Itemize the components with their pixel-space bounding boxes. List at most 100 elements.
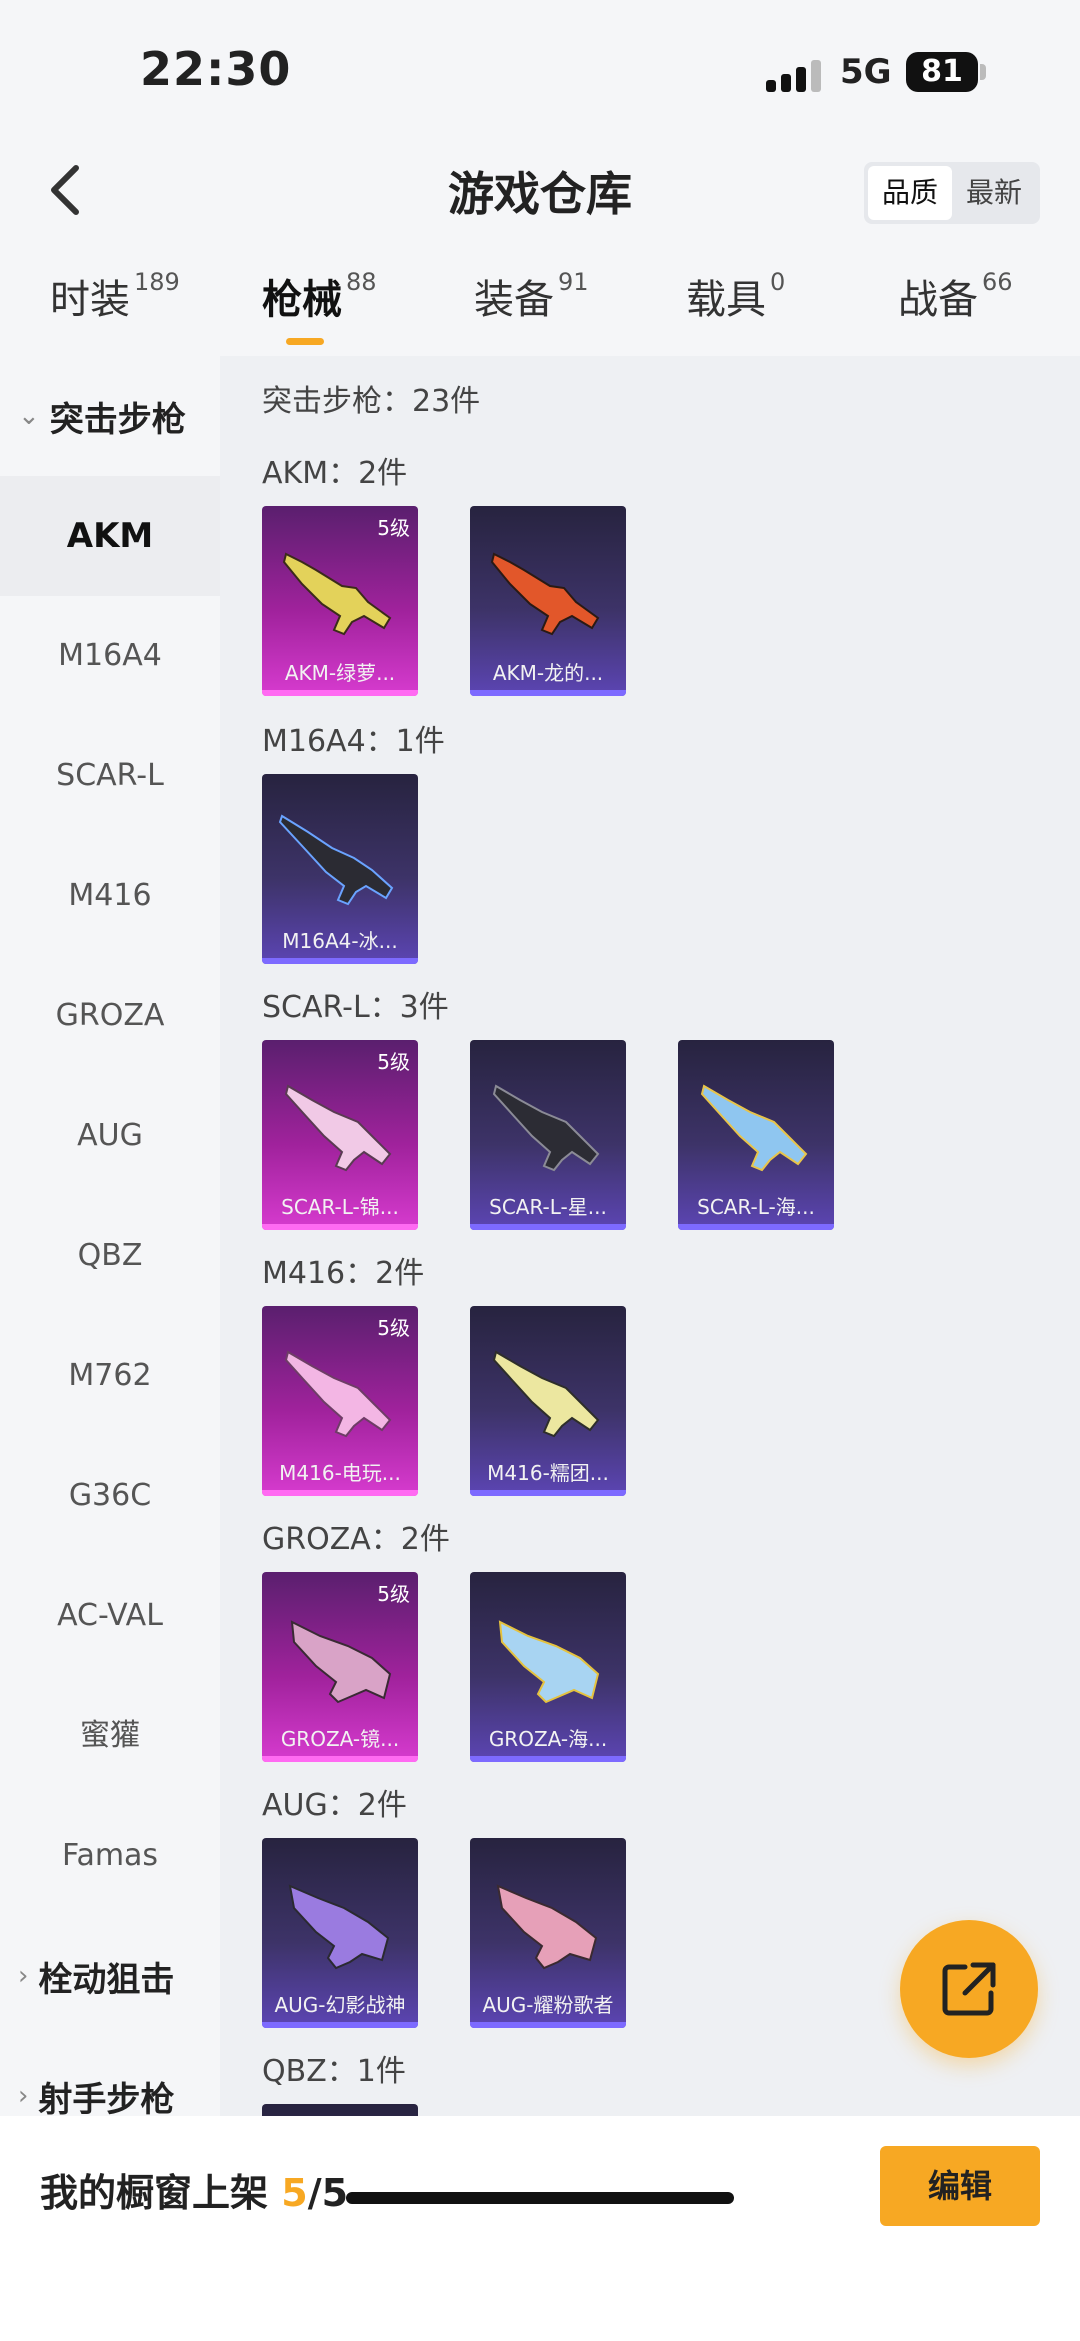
- sidebar-group-label: 射手步枪: [38, 2079, 175, 2117]
- weapon-name: SCAR-L-海...: [697, 1195, 815, 1219]
- weapon-card[interactable]: M16A4-冰...: [262, 774, 418, 964]
- weapon-card[interactable]: GROZA-海...: [470, 1572, 626, 1762]
- sidebar-item-ac-val[interactable]: AC-VAL: [0, 1556, 220, 1676]
- sort-toggle[interactable]: 品质 最新: [864, 162, 1040, 224]
- tab-count: 0: [770, 268, 786, 296]
- header: 游戏仓库 品质 最新: [0, 140, 1080, 240]
- sidebar-group-assault-rifles[interactable]: ⌄ 突击步枪: [0, 356, 220, 476]
- chevron-right-icon: ›: [18, 1961, 29, 1991]
- sidebar-group-label: 栓动狙击: [38, 1959, 175, 2000]
- network-type: 5G: [840, 52, 892, 92]
- rifle-icon: [496, 1884, 598, 1970]
- tab-count: 189: [134, 268, 180, 296]
- sidebar-group-marksman[interactable]: › 射手步枪: [0, 2036, 220, 2117]
- category-summary: 突击步枪：23件: [262, 384, 481, 419]
- weapon-card[interactable]: 5级 M416-电玩...: [262, 1306, 418, 1496]
- weapon-card[interactable]: SCAR-L-星...: [470, 1040, 626, 1230]
- sidebar-item-famas[interactable]: Famas: [0, 1796, 220, 1916]
- weapon-name: M16A4-冰...: [282, 929, 398, 953]
- sidebar-group-label: 突击步枪: [49, 399, 186, 440]
- edit-button[interactable]: 编辑: [880, 2146, 1040, 2226]
- status-bar: 22:30 5G 81: [0, 0, 1080, 140]
- showcase-status: 我的橱窗上架 5/5: [40, 2162, 348, 2217]
- showcase-bar: 我的橱窗上架 5/5 编辑: [0, 2116, 1080, 2341]
- sidebar-item-m16a4[interactable]: M16A4: [0, 596, 220, 716]
- home-indicator: [346, 2192, 734, 2204]
- section-title-m16a4: M16A4：1件: [262, 724, 445, 759]
- tab-label: 枪械: [262, 277, 342, 323]
- sidebar-item-aug[interactable]: AUG: [0, 1076, 220, 1196]
- sort-option-newest[interactable]: 最新: [952, 166, 1036, 220]
- weapon-name: AKM-绿萝...: [284, 661, 396, 685]
- chevron-right-icon: ›: [18, 2081, 29, 2111]
- tab-equipment[interactable]: 装备 91: [474, 260, 589, 356]
- sidebar-item-m762[interactable]: M762: [0, 1316, 220, 1436]
- rifle-icon: [288, 1884, 390, 1970]
- section-title-akm: AKM：2件: [262, 456, 408, 491]
- tab-label: 时装: [50, 277, 130, 323]
- rifle-icon: [284, 1350, 392, 1438]
- rifle-icon: [498, 1620, 600, 1704]
- sidebar-item-g36c[interactable]: G36C: [0, 1436, 220, 1556]
- section-title-groza: GROZA：2件: [262, 1522, 450, 1557]
- sidebar-group-bolt-action[interactable]: › 栓动狙击: [0, 1916, 220, 2036]
- tab-count: 88: [346, 268, 377, 296]
- sidebar-item-honey-badger[interactable]: 蜜獾: [0, 1676, 220, 1796]
- weapon-name: SCAR-L-锦...: [281, 1195, 399, 1219]
- section-title-qbz: QBZ：1件: [262, 2054, 406, 2089]
- rifle-icon: [490, 552, 600, 636]
- weapon-card[interactable]: AUG-幻影战神: [262, 1838, 418, 2028]
- tab-label: 载具: [686, 277, 766, 323]
- showcase-total: /5: [307, 2171, 349, 2215]
- sidebar-item-scar-l[interactable]: SCAR-L: [0, 716, 220, 836]
- showcase-label: 我的橱窗上架: [40, 2171, 269, 2215]
- active-tab-indicator: [286, 338, 324, 345]
- share-button[interactable]: [900, 1920, 1038, 2058]
- sidebar-item-akm[interactable]: AKM: [0, 476, 220, 596]
- weapon-card-partial[interactable]: [262, 2104, 418, 2116]
- weapon-name: AUG-幻影战神: [274, 1993, 406, 2017]
- category-tabs: 时装 189 枪械 88 装备 91 载具 0 战备 66: [0, 260, 1080, 356]
- rifle-icon: [278, 814, 394, 906]
- battery-icon: 81: [906, 52, 978, 92]
- tab-vehicles[interactable]: 载具 0: [686, 260, 785, 356]
- rifle-icon: [284, 1084, 392, 1172]
- weapon-name: AUG-耀粉歌者: [482, 1993, 614, 2017]
- tab-count: 66: [982, 268, 1013, 296]
- weapon-name: SCAR-L-星...: [489, 1195, 607, 1219]
- weapon-card[interactable]: AKM-龙的...: [470, 506, 626, 696]
- tab-fashion[interactable]: 时装 189: [50, 260, 180, 356]
- tab-supplies[interactable]: 战备 66: [898, 260, 1013, 356]
- rifle-icon: [492, 1350, 600, 1438]
- battery-tip: [980, 64, 986, 80]
- sidebar-item-qbz[interactable]: QBZ: [0, 1196, 220, 1316]
- section-title-scar-l: SCAR-L：3件: [262, 990, 449, 1025]
- weapon-card[interactable]: 5级 GROZA-镜...: [262, 1572, 418, 1762]
- weapon-card[interactable]: M416-糯团...: [470, 1306, 626, 1496]
- weapon-card[interactable]: 5级 SCAR-L-锦...: [262, 1040, 418, 1230]
- showcase-current: 5: [281, 2171, 308, 2215]
- weapon-name: GROZA-海...: [488, 1727, 608, 1751]
- sidebar-item-m416[interactable]: M416: [0, 836, 220, 956]
- sidebar-item-groza[interactable]: GROZA: [0, 956, 220, 1076]
- rifle-icon: [282, 552, 392, 636]
- sort-option-quality[interactable]: 品质: [868, 166, 952, 220]
- section-title-m416: M416：2件: [262, 1256, 425, 1291]
- section-title-aug: AUG：2件: [262, 1788, 407, 1823]
- chevron-down-icon: ⌄: [18, 401, 40, 431]
- share-external-icon: [942, 1962, 996, 2016]
- weapon-name: GROZA-镜...: [280, 1727, 400, 1751]
- weapon-card[interactable]: AUG-耀粉歌者: [470, 1838, 626, 2028]
- rifle-icon: [700, 1084, 808, 1172]
- rifle-icon: [492, 1084, 600, 1172]
- weapon-category-sidebar: ⌄ 突击步枪 AKM M16A4 SCAR-L M416 GROZA AUG Q…: [0, 356, 220, 2116]
- status-time: 22:30: [140, 42, 292, 96]
- weapon-list: 突击步枪：23件 AKM：2件 5级 AKM-绿萝... AKM-龙的... M…: [220, 356, 1080, 2116]
- tab-count: 91: [558, 268, 589, 296]
- weapon-name: AKM-龙的...: [492, 661, 604, 685]
- tab-label: 装备: [474, 277, 554, 323]
- weapon-card[interactable]: 5级 AKM-绿萝...: [262, 506, 418, 696]
- weapon-card[interactable]: SCAR-L-海...: [678, 1040, 834, 1230]
- tab-label: 战备: [898, 277, 978, 323]
- signal-icon: [766, 58, 822, 92]
